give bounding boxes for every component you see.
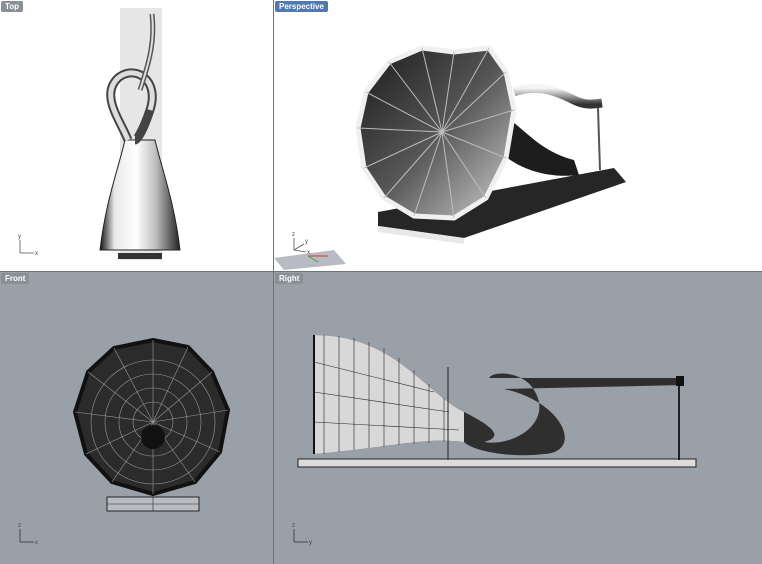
front-view-canvas: z x [18,337,231,546]
grid-plane-persp [274,250,346,270]
perspective-view-canvas: z y x [274,45,626,270]
right-view-canvas: z y [292,335,697,546]
tab-front[interactable]: Front [1,273,30,284]
top-view-canvas: y x [18,8,181,260]
tab-right[interactable]: Right [275,273,304,284]
horn-top [99,139,181,251]
viewport-divider-horizontal[interactable] [0,271,762,272]
svg-text:y: y [305,239,308,245]
svg-text:x: x [35,251,38,257]
tone-arm-persp [512,83,603,109]
svg-text:x: x [35,540,38,546]
base-plate-right [297,458,697,468]
svg-text:y: y [309,540,312,546]
tab-perspective[interactable]: Perspective [275,1,328,12]
viewport-top[interactable]: y x Top [0,0,273,271]
tab-top[interactable]: Top [1,1,24,12]
svg-text:z: z [292,232,295,238]
axis-indicator-persp: z y x [292,232,310,256]
svg-text:z: z [292,523,295,529]
svg-text:y: y [18,234,21,240]
viewport-perspective[interactable]: z y x Perspective [274,0,762,271]
viewport-front[interactable]: z x Front [0,272,273,564]
viewport-divider-vertical[interactable] [273,0,274,564]
axis-indicator-top: y x [18,234,38,257]
horn-bell-persp [355,45,517,221]
svg-text:z: z [18,523,21,529]
axis-indicator-front: z x [18,523,38,546]
viewport-right[interactable]: z y Right [274,272,762,564]
axis-indicator-right: z y [292,523,312,546]
svg-text:x: x [307,250,310,256]
